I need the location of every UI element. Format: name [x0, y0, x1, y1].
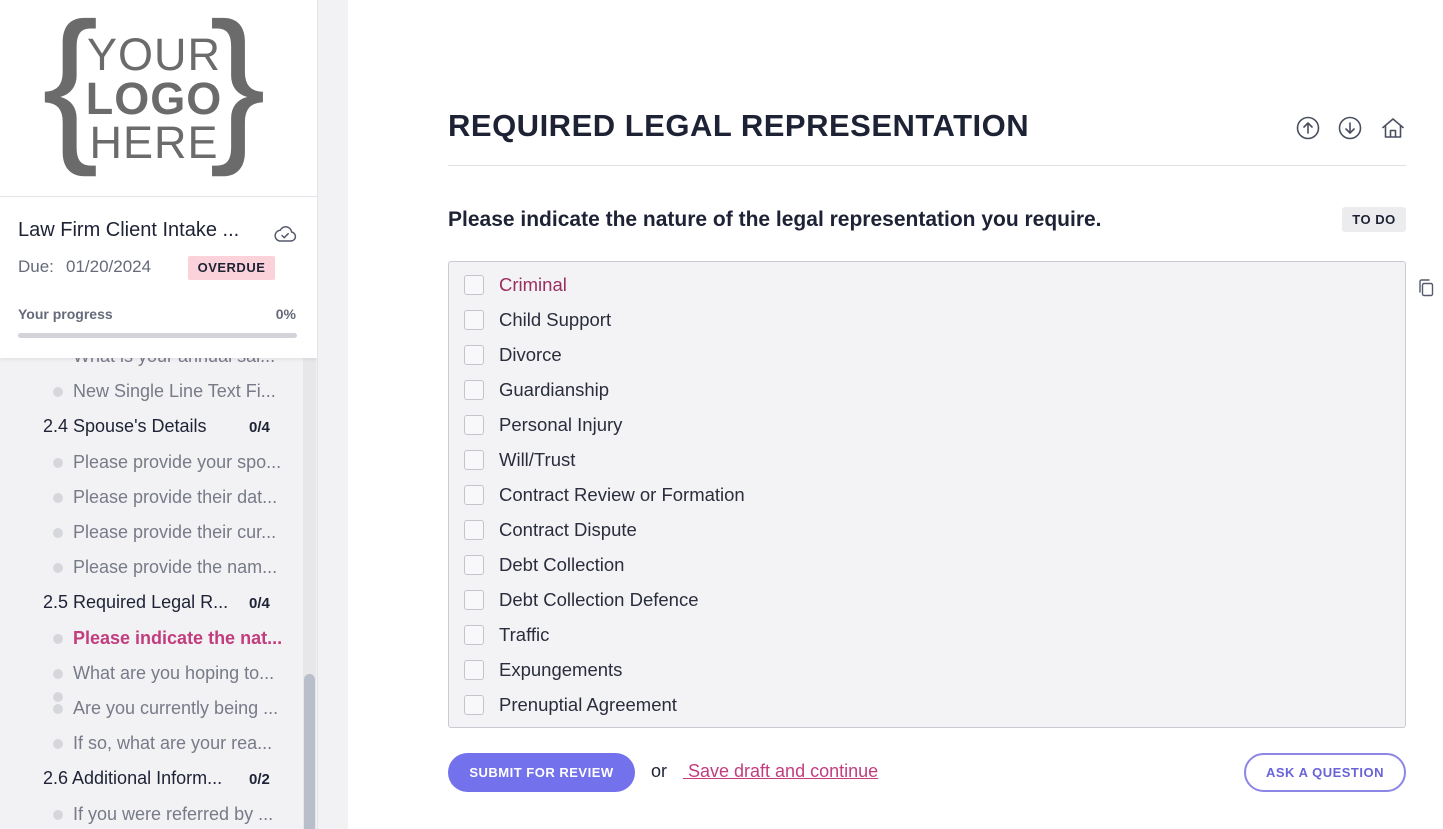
arrow-down-circle-icon[interactable]	[1337, 115, 1363, 141]
checkbox[interactable]	[464, 380, 484, 400]
section-count: 0/4	[249, 595, 270, 612]
bullet-icon	[53, 563, 63, 573]
option-child-support[interactable]: Child Support	[464, 308, 1364, 332]
checkbox[interactable]	[464, 450, 484, 470]
option-divorce[interactable]: Divorce	[464, 343, 1364, 367]
option-guardianship[interactable]: Guardianship	[464, 378, 1364, 402]
checkbox[interactable]	[464, 660, 484, 680]
option-personal-injury[interactable]: Personal Injury	[464, 413, 1364, 437]
section-count: 0/2	[249, 771, 270, 788]
option-label: Criminal	[499, 274, 567, 295]
option-label: Expungements	[499, 659, 623, 680]
bullet-icon	[53, 387, 63, 397]
option-prenuptial-agreement[interactable]: Prenuptial Agreement	[464, 693, 1364, 717]
sidebar-item-spouse-current[interactable]: Please provide their cur...	[73, 522, 285, 543]
option-label: Prenuptial Agreement	[499, 694, 677, 715]
checkbox[interactable]	[464, 275, 484, 295]
home-icon[interactable]	[1380, 115, 1406, 141]
sidebar-item-single-line-text[interactable]: New Single Line Text Fi...	[73, 381, 285, 402]
sidebar-section-required-legal[interactable]: 2.5 Required Legal R...	[43, 592, 233, 613]
sidebar: What is your annual sal... New Single Li…	[0, 0, 318, 829]
sidebar-item-hoping-to[interactable]: What are you hoping to...	[73, 663, 285, 684]
logo-area: { } YOUR LOGO HERE	[0, 0, 317, 197]
save-draft-link[interactable]: Save draft and continue	[683, 761, 878, 782]
sidebar-gutter	[318, 0, 348, 829]
sidebar-item-nature-of-representation[interactable]: Please indicate the nat...	[73, 628, 285, 649]
option-debt-collection-defence[interactable]: Debt Collection Defence	[464, 588, 1364, 612]
logo-line-1: YOUR	[86, 29, 221, 80]
overdue-badge: OVERDUE	[188, 256, 275, 280]
due-date: 01/20/2024	[66, 257, 152, 276]
logo-line-2: LOGO	[85, 73, 223, 124]
form-title: Law Firm Client Intake ...	[18, 219, 240, 241]
question-text: Please indicate the nature of the legal …	[448, 208, 1102, 231]
sidebar-scroll-thumb[interactable]	[304, 674, 315, 829]
sidebar-item-spouse-employer[interactable]: Please provide the nam...	[73, 557, 285, 578]
logo-line-3: HERE	[89, 117, 219, 168]
page-title: REQUIRED LEGAL REPRESENTATION	[448, 108, 1030, 143]
option-expungements[interactable]: Expungements	[464, 658, 1364, 682]
option-label: Contract Review or Formation	[499, 484, 745, 505]
or-text: or	[651, 761, 668, 781]
progress-value: 0%	[275, 306, 296, 322]
bullet-icon	[53, 493, 63, 503]
bullet-icon	[53, 704, 63, 714]
ask-a-question-button[interactable]: ASK A QUESTION	[1244, 753, 1406, 792]
option-contract-dispute[interactable]: Contract Dispute	[464, 518, 1364, 542]
section-count: 0/4	[249, 419, 270, 436]
bullet-icon	[53, 634, 63, 644]
checkbox[interactable]	[464, 310, 484, 330]
option-contract-review[interactable]: Contract Review or Formation	[464, 483, 1364, 507]
checkbox[interactable]	[464, 415, 484, 435]
bullet-icon	[53, 458, 63, 468]
sidebar-item-spouse-dob[interactable]: Please provide their dat...	[73, 487, 285, 508]
copy-icon[interactable]	[1417, 278, 1435, 298]
checkbox[interactable]	[464, 695, 484, 715]
todo-badge: TO DO	[1342, 207, 1406, 232]
sidebar-item-if-so-reasons[interactable]: If so, what are your rea...	[73, 733, 285, 754]
progress-label: Your progress	[18, 306, 113, 322]
sidebar-section-spouse-details[interactable]: 2.4 Spouse's Details	[43, 416, 233, 437]
option-label: Personal Injury	[499, 414, 623, 435]
option-label: Divorce	[499, 344, 562, 365]
option-will-trust[interactable]: Will/Trust	[464, 448, 1364, 472]
checkbox[interactable]	[464, 590, 484, 610]
option-traffic[interactable]: Traffic	[464, 623, 1364, 647]
cloud-check-icon	[274, 226, 297, 242]
bullet-icon	[53, 739, 63, 749]
bullet-icon	[53, 669, 63, 679]
options-list: Criminal Child Support Divorce Guardians…	[448, 261, 1406, 728]
sidebar-item-currently-being[interactable]: Are you currently being ...	[73, 698, 285, 719]
option-label: Debt Collection	[499, 554, 625, 575]
option-label: Contract Dispute	[499, 519, 637, 540]
option-label: Will/Trust	[499, 449, 576, 470]
checkbox[interactable]	[464, 345, 484, 365]
option-label: Guardianship	[499, 379, 610, 400]
bullet-icon	[53, 692, 63, 702]
arrow-up-circle-icon[interactable]	[1295, 115, 1321, 141]
sidebar-header: { } YOUR LOGO HERE Law Firm Client Intak…	[0, 0, 317, 358]
option-label: Debt Collection Defence	[499, 589, 699, 610]
sidebar-item-referred-by[interactable]: If you were referred by ...	[73, 804, 285, 825]
progress-bar	[18, 333, 297, 338]
option-debt-collection[interactable]: Debt Collection	[464, 553, 1364, 577]
checkbox[interactable]	[464, 555, 484, 575]
checkbox[interactable]	[464, 485, 484, 505]
logo: { } YOUR LOGO HERE	[42, 0, 266, 170]
checkbox[interactable]	[464, 520, 484, 540]
title-divider	[448, 165, 1406, 166]
option-criminal[interactable]: Criminal	[464, 273, 1364, 297]
option-label: Child Support	[499, 309, 612, 330]
bullet-icon	[53, 528, 63, 538]
sidebar-section-additional-info[interactable]: 2.6 Additional Inform...	[43, 768, 233, 789]
bullet-icon	[53, 810, 63, 820]
checkbox[interactable]	[464, 625, 484, 645]
option-label: Traffic	[499, 624, 550, 645]
due-label: Due:	[18, 257, 54, 276]
sidebar-item-spouse-name[interactable]: Please provide your spo...	[73, 452, 285, 473]
submit-for-review-button[interactable]: SUBMIT FOR REVIEW	[448, 753, 635, 792]
